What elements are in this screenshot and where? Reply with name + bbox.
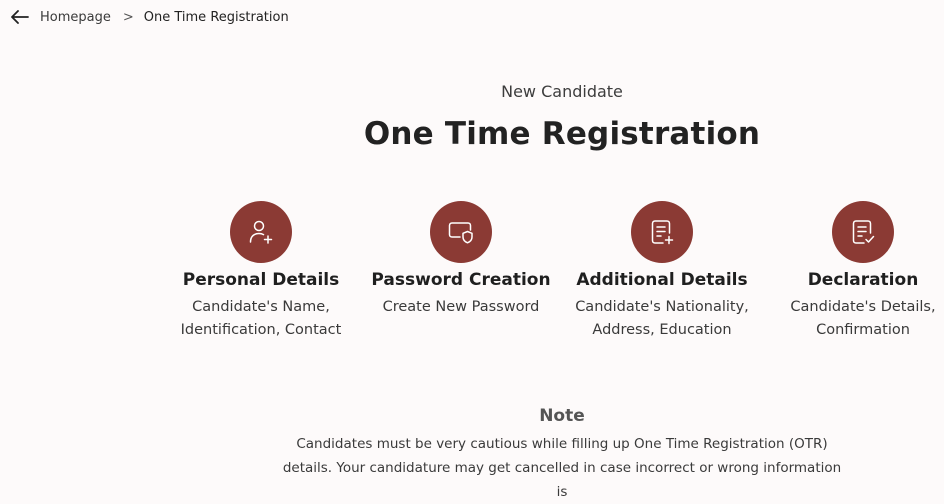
note-text: Candidates must be very cautious while f…: [282, 436, 842, 500]
step-declaration[interactable]: Declaration Candidate's Details, Confirm…: [758, 201, 944, 341]
user-plus-icon[interactable]: [230, 201, 292, 263]
step-description: Candidate's Details, Confirmation: [790, 299, 936, 338]
breadcrumb-home-link[interactable]: Homepage: [40, 10, 111, 25]
breadcrumb-separator: >: [122, 9, 134, 25]
step-password-creation[interactable]: Password Creation Create New Password: [356, 201, 566, 319]
step-additional-details[interactable]: Additional Details Candidate's Nationali…: [557, 201, 767, 341]
step-title: Declaration: [807, 270, 919, 290]
password-shield-icon[interactable]: [430, 201, 492, 263]
step-description: Candidate's Nationality, Address, Educat…: [575, 299, 749, 338]
step-description: Create New Password: [382, 299, 540, 315]
document-add-icon[interactable]: [631, 201, 693, 263]
page-title: One Time Registration: [363, 116, 761, 152]
breadcrumb: Homepage > One Time Registration: [10, 6, 289, 28]
note-title: Note: [539, 406, 585, 426]
breadcrumb-current: One Time Registration: [143, 9, 289, 25]
arrow-left-icon[interactable]: [10, 7, 30, 27]
step-title: Personal Details: [182, 270, 340, 290]
step-title: Additional Details: [576, 270, 748, 290]
step-description: Candidate's Name, Identification, Contac…: [180, 299, 342, 338]
page-subtitle: New Candidate: [501, 82, 623, 101]
document-check-icon[interactable]: [832, 201, 894, 263]
step-title: Password Creation: [371, 270, 551, 290]
step-personal-details[interactable]: Personal Details Candidate's Name, Ident…: [156, 201, 366, 341]
